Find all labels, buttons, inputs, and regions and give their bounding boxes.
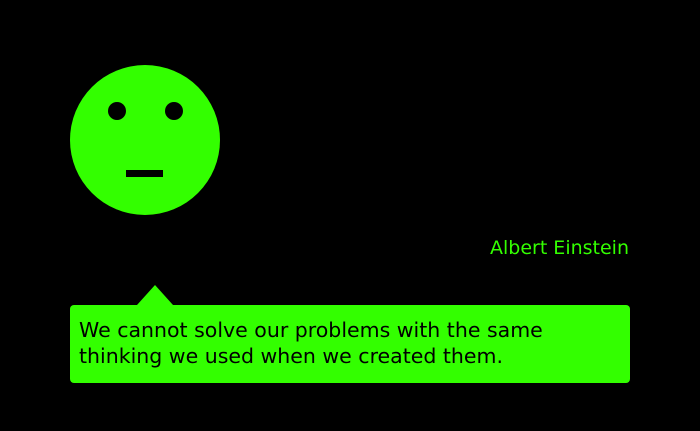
left-eye (108, 102, 126, 120)
speech-bubble: We cannot solve our problems with the sa… (70, 305, 630, 383)
right-eye (165, 102, 183, 120)
quote-author: Albert Einstein (489, 237, 629, 259)
neutral-face-icon (70, 65, 220, 215)
quote-text: We cannot solve our problems with the sa… (79, 318, 543, 368)
mouth (126, 170, 163, 177)
speech-bubble-tail (137, 285, 173, 305)
